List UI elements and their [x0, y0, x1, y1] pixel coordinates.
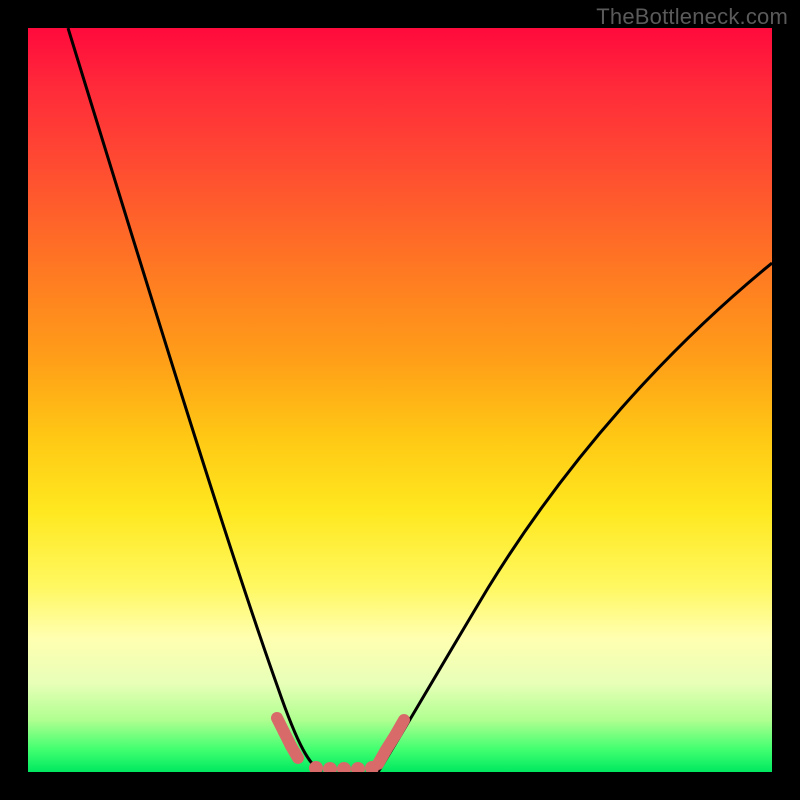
- curve-right: [378, 263, 772, 772]
- plot-area: [28, 28, 772, 772]
- tolerance-marks-right: [378, 720, 404, 764]
- chart-frame: TheBottleneck.com: [0, 0, 800, 800]
- curve-layer: [28, 28, 772, 772]
- curve-left: [68, 28, 322, 772]
- tolerance-marks-left: [277, 718, 298, 758]
- watermark-text: TheBottleneck.com: [596, 4, 788, 30]
- bottom-band-dots: [309, 761, 379, 772]
